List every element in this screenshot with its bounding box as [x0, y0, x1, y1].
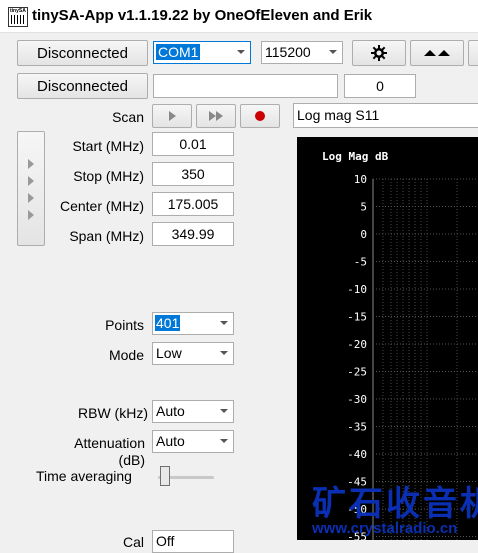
- title-bar: tinySA tinySA-App v1.1.19.22 by OneOfEle…: [0, 0, 478, 33]
- app-icon: tinySA: [8, 7, 28, 27]
- y-tick-label: -5: [354, 256, 367, 269]
- chevron-down-icon: [220, 409, 228, 413]
- extra-button[interactable]: [468, 40, 478, 66]
- y-tick-label: 10: [354, 173, 367, 186]
- scan-label: Scan: [112, 109, 144, 125]
- y-tick-label: 5: [360, 201, 367, 214]
- collapse-button[interactable]: [410, 40, 464, 66]
- record-button[interactable]: [240, 104, 280, 128]
- chevron-down-icon: [237, 50, 245, 54]
- points-label: Points: [105, 317, 144, 333]
- stop-label: Stop (MHz): [73, 168, 144, 184]
- attenuation-unit-label: (dB): [118, 452, 145, 468]
- time-averaging-slider[interactable]: [160, 466, 170, 486]
- center-input[interactable]: 175.005: [152, 192, 234, 216]
- start-input[interactable]: 0.01: [152, 132, 234, 156]
- y-tick-label: -40: [347, 448, 367, 461]
- connect-button[interactable]: Disconnected: [17, 40, 148, 66]
- start-label: Start (MHz): [72, 138, 144, 154]
- gear-icon: [371, 45, 387, 61]
- watermark-url: www.crystalradio.cn: [312, 520, 458, 537]
- measurement-value: Log mag S11: [297, 107, 380, 123]
- attenuation-value: Auto: [156, 433, 185, 449]
- counter-field[interactable]: 0: [344, 74, 416, 98]
- y-tick-label: -25: [347, 366, 367, 379]
- y-tick-label: -30: [347, 393, 367, 406]
- center-label: Center (MHz): [59, 198, 144, 214]
- mode-value: Low: [156, 345, 182, 361]
- y-tick-label: -15: [347, 311, 367, 324]
- port-value: COM1: [156, 44, 201, 60]
- baud-value: 115200: [265, 44, 311, 60]
- attenuation-select[interactable]: Auto: [152, 430, 234, 453]
- expand-arrows-icon: [28, 158, 34, 220]
- mode-select[interactable]: Low: [152, 342, 234, 365]
- mode-label: Mode: [108, 347, 144, 363]
- points-value: 401: [155, 315, 181, 331]
- port-select[interactable]: COM1: [153, 41, 251, 64]
- double-up-arrow-icon: [424, 50, 450, 56]
- chevron-down-icon: [220, 321, 228, 325]
- watermark-logo: 矿石收音机: [312, 485, 478, 523]
- stop-input[interactable]: 350: [152, 162, 234, 186]
- fast-forward-icon: [209, 111, 223, 121]
- play-button[interactable]: [152, 104, 192, 128]
- chevron-down-icon: [220, 439, 228, 443]
- status-button[interactable]: Disconnected: [17, 73, 148, 99]
- rbw-label: RBW (kHz): [78, 405, 148, 421]
- cal-select[interactable]: Off: [152, 530, 234, 553]
- chevron-down-icon: [329, 50, 337, 54]
- settings-button[interactable]: [352, 40, 406, 66]
- side-panel-expander[interactable]: [17, 131, 45, 246]
- window-title: tinySA-App v1.1.19.22 by OneOfEleven and…: [32, 7, 373, 24]
- y-tick-label: 0: [360, 228, 367, 241]
- rbw-select[interactable]: Auto: [152, 400, 234, 423]
- rbw-value: Auto: [156, 403, 185, 419]
- play-icon: [169, 111, 176, 121]
- cal-label: Cal: [122, 534, 144, 550]
- span-label: Span (MHz): [69, 228, 144, 244]
- cal-value: Off: [156, 533, 175, 549]
- y-tick-label: -20: [347, 338, 367, 351]
- info-field[interactable]: [153, 74, 338, 98]
- chevron-down-icon: [220, 351, 228, 355]
- y-tick-label: -35: [347, 421, 367, 434]
- fast-forward-button[interactable]: [196, 104, 236, 128]
- measurement-select[interactable]: Log mag S11: [293, 103, 478, 128]
- baud-select[interactable]: 115200: [261, 41, 343, 64]
- attenuation-label: Attenuation: [74, 435, 145, 451]
- points-select[interactable]: 401: [152, 312, 234, 335]
- record-icon: [255, 111, 265, 121]
- span-input[interactable]: 349.99: [152, 222, 234, 246]
- time-averaging-label: Time averaging: [36, 468, 132, 484]
- y-tick-label: -10: [347, 283, 367, 296]
